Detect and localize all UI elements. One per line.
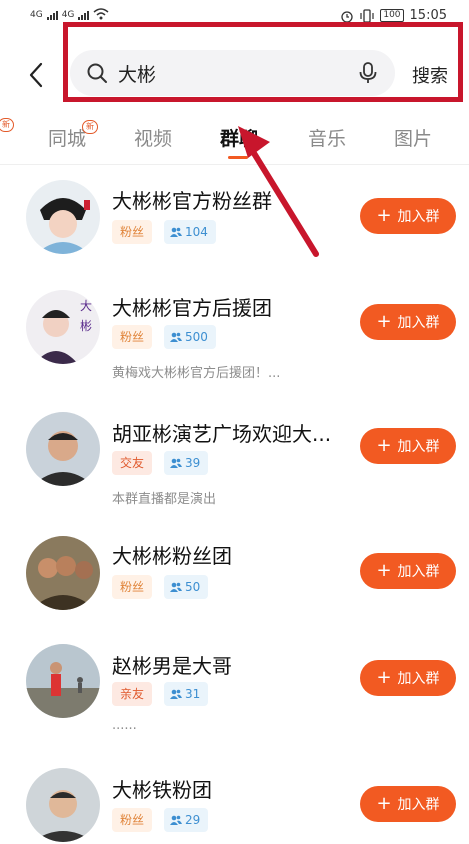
avatar <box>26 768 100 842</box>
group-tag: 粉丝 <box>112 808 153 832</box>
group-name: 大彬铁粉团 <box>112 778 212 802</box>
group-tag: 粉丝 <box>112 220 153 244</box>
new-badge: 新 <box>82 120 98 134</box>
member-count: 29 <box>164 808 209 832</box>
group-name: 胡亚彬演艺广场欢迎大... <box>112 422 332 446</box>
join-group-label: 加入群 <box>397 315 440 331</box>
group-row[interactable]: 大彬 大彬彬官方后援团 粉丝 500 黄梅戏大彬彬官方后援团！... + 加入群 <box>0 290 469 410</box>
tab-music[interactable]: 音乐 <box>308 124 346 151</box>
battery-icon: 100 <box>380 9 404 22</box>
signal-icon-2 <box>78 11 90 20</box>
clock: 15:05 <box>409 8 447 23</box>
join-group-label: 加入群 <box>397 209 440 225</box>
network-label-1: 4G <box>30 10 43 20</box>
group-row[interactable]: 大彬彬粉丝团 粉丝 50 + 加入群 <box>0 536 469 646</box>
group-tag: 交友 <box>112 451 153 475</box>
avatar <box>26 536 100 610</box>
plus-icon: + <box>376 667 392 688</box>
back-arrow-icon[interactable] <box>26 60 46 90</box>
member-count: 104 <box>164 220 216 244</box>
signal-area: 4G 4G <box>30 8 109 20</box>
group-name: 赵彬男是大哥 <box>112 654 232 678</box>
member-count-value: 104 <box>185 225 208 239</box>
signal-icon <box>46 11 58 20</box>
join-group-label: 加入群 <box>397 671 440 687</box>
member-count: 31 <box>164 682 209 706</box>
join-group-button[interactable]: + 加入群 <box>360 304 456 340</box>
wifi-icon <box>93 8 109 20</box>
member-count: 39 <box>164 451 209 475</box>
group-row[interactable]: 赵彬男是大哥 亲友 31 ...... + 加入群 <box>0 644 469 764</box>
tab-images[interactable]: 图片 <box>394 124 432 151</box>
group-tag: 粉丝 <box>112 575 153 599</box>
members-icon <box>170 582 182 592</box>
avatar <box>26 180 100 254</box>
join-group-button[interactable]: + 加入群 <box>360 553 456 589</box>
member-count: 50 <box>164 575 209 599</box>
member-count: 500 <box>164 325 216 349</box>
avatar <box>26 412 100 486</box>
group-description: ...... <box>112 718 137 733</box>
plus-icon: + <box>376 205 392 226</box>
member-count-value: 31 <box>185 687 201 701</box>
member-count-value: 29 <box>185 813 201 827</box>
tab-group-chat[interactable]: 群聊 <box>220 124 258 151</box>
join-group-label: 加入群 <box>397 797 440 813</box>
status-right: 100 15:05 <box>340 8 447 23</box>
group-tag: 亲友 <box>112 682 153 706</box>
tab-bar: 新 同城 新 视频 群聊 音乐 图片 <box>0 118 469 159</box>
network-label-2: 4G <box>61 10 75 20</box>
join-group-button[interactable]: + 加入群 <box>360 786 456 822</box>
member-count-value: 500 <box>185 330 208 344</box>
plus-icon: + <box>376 793 392 814</box>
svg-text:大: 大 <box>80 299 92 313</box>
active-tab-indicator <box>228 156 248 159</box>
plus-icon: + <box>376 560 392 581</box>
members-icon <box>170 227 182 237</box>
members-icon <box>170 458 182 468</box>
group-name: 大彬彬官方粉丝群 <box>112 189 272 213</box>
tab-divider <box>0 164 469 165</box>
avatar: 大彬 <box>26 290 100 364</box>
avatar <box>26 644 100 718</box>
annotation-highlight-box <box>63 22 463 102</box>
group-row[interactable]: 胡亚彬演艺广场欢迎大... 交友 39 本群直播都是演出 + 加入群 <box>0 412 469 532</box>
member-count-value: 39 <box>185 456 201 470</box>
members-icon <box>170 332 182 342</box>
group-row[interactable]: 大彬铁粉团 粉丝 29 + 加入群 <box>0 768 469 844</box>
join-group-label: 加入群 <box>397 564 440 580</box>
svg-text:彬: 彬 <box>80 319 92 333</box>
join-group-button[interactable]: + 加入群 <box>360 660 456 696</box>
plus-icon: + <box>376 311 392 332</box>
members-icon <box>170 689 182 699</box>
group-name: 大彬彬粉丝团 <box>112 544 232 568</box>
tab-local[interactable]: 同城 <box>48 124 86 151</box>
new-badge: 新 <box>0 118 14 132</box>
group-description: 黄梅戏大彬彬官方后援团！... <box>112 366 281 381</box>
group-row[interactable]: 大彬彬官方粉丝群 粉丝 104 + 加入群 <box>0 180 469 290</box>
plus-icon: + <box>376 435 392 456</box>
join-group-button[interactable]: + 加入群 <box>360 198 456 234</box>
join-group-button[interactable]: + 加入群 <box>360 428 456 464</box>
members-icon <box>170 815 182 825</box>
join-group-label: 加入群 <box>397 439 440 455</box>
tab-video[interactable]: 视频 <box>134 124 172 151</box>
alarm-icon <box>341 10 353 23</box>
group-description: 本群直播都是演出 <box>112 492 217 507</box>
group-tag: 粉丝 <box>112 325 153 349</box>
group-name: 大彬彬官方后援团 <box>112 296 272 320</box>
vibrate-icon <box>360 8 374 23</box>
member-count-value: 50 <box>185 580 201 594</box>
